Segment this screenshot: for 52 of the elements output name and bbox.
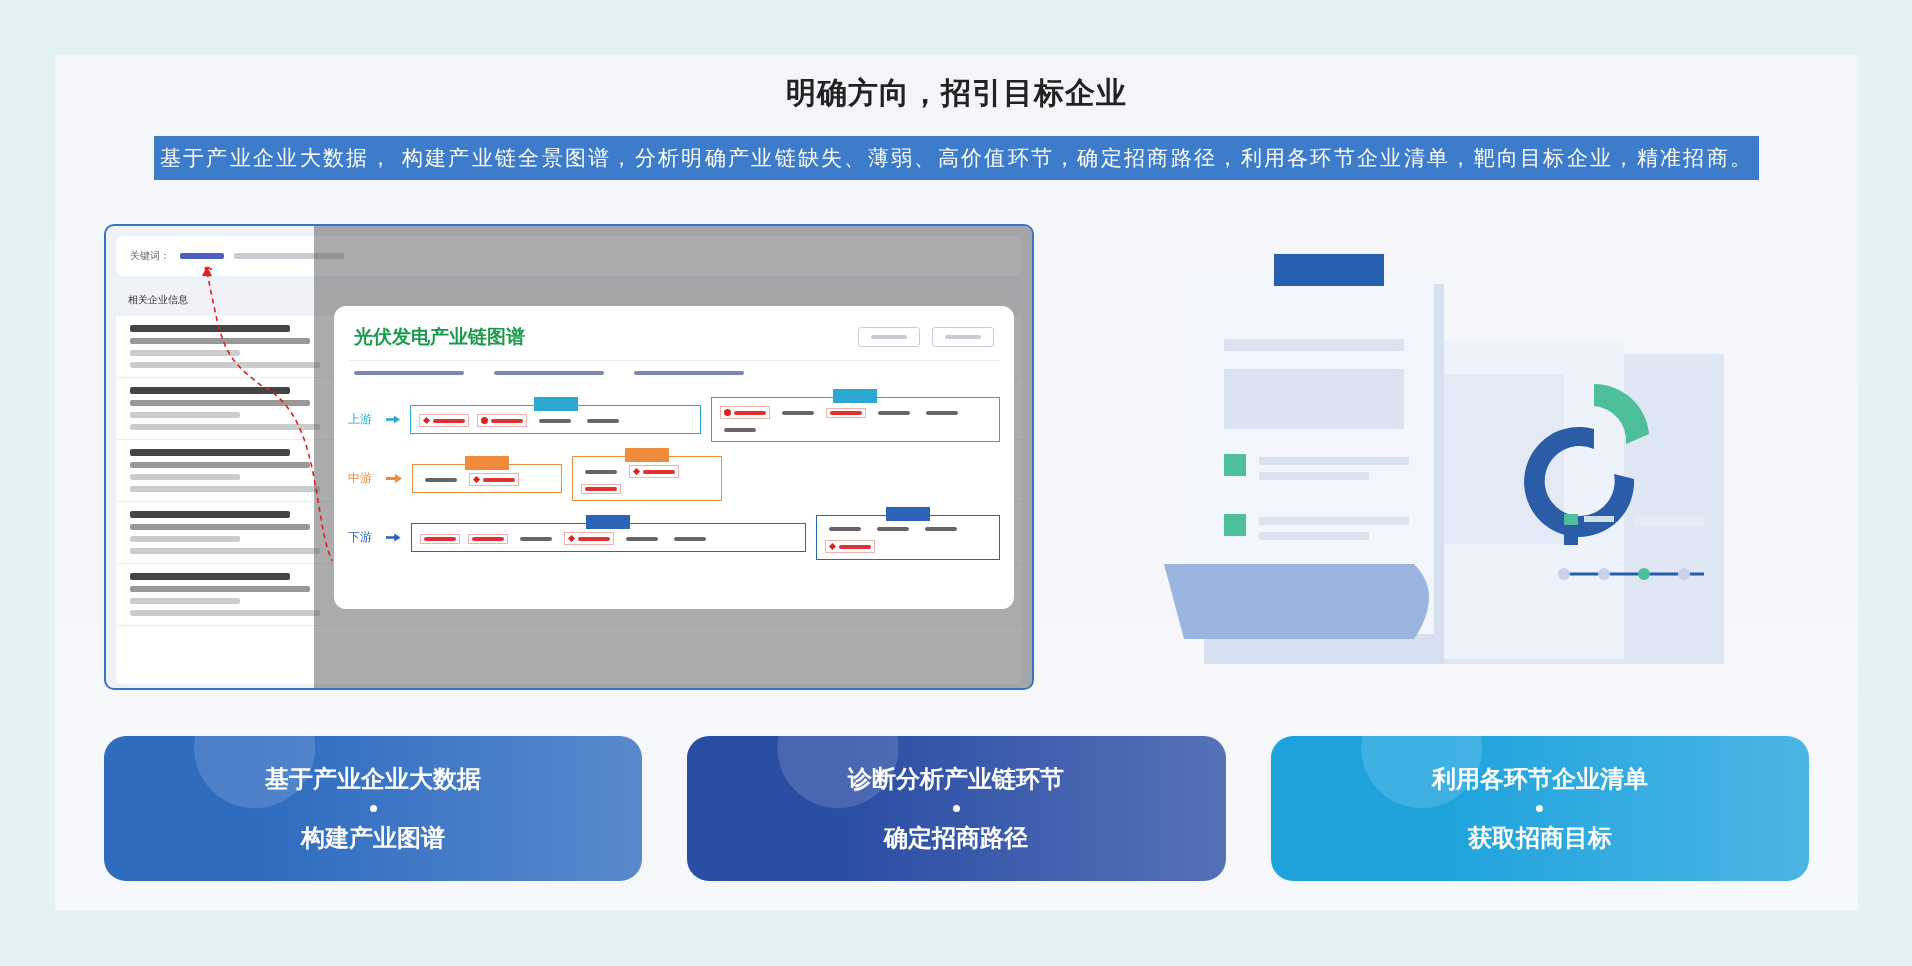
dot-icon: [723, 409, 731, 416]
illegible-text-bar: [539, 418, 572, 423]
separator-dot: [1536, 805, 1544, 812]
separator-dot: [369, 805, 377, 812]
illegible-text-bar: [519, 536, 552, 541]
illegible-text-bar: [925, 410, 958, 415]
diamond-icon: [473, 476, 480, 483]
diamond-icon: [567, 535, 575, 542]
illegible-text-bar: [839, 544, 872, 549]
illegible-text-bar: [625, 536, 658, 541]
illegible-text-bar: [483, 477, 515, 482]
dialog-title: 光伏发电产业链图谱: [354, 324, 525, 349]
illegible-text-bar: [425, 477, 457, 482]
diamond-icon: [423, 417, 431, 424]
tier-label: 中游: [348, 470, 373, 487]
subheading: 基于产业企业大数据， 构建产业链全景图谱，分析明确产业链缺失、薄弱、高价值环节，确定招商路径，利用各环节企业清单，靶向目标企业，精准招商。: [153, 136, 1760, 180]
illegible-text-bar: [723, 428, 756, 432]
tier-label: 上游: [348, 411, 373, 428]
illegible-text-bar: [673, 536, 706, 541]
toolbar-button[interactable]: [932, 327, 994, 347]
card-title: 诊断分析产业链环节: [848, 764, 1065, 795]
card-subtitle: 获取招商目标: [1467, 823, 1612, 854]
illegible-text-bar: [585, 487, 617, 491]
card-subtitle: 构建产业图谱: [301, 823, 446, 854]
page-heading: 明确方向，招引目标企业: [786, 74, 1127, 112]
illegible-text-bar: [925, 527, 958, 531]
diamond-icon: [829, 543, 837, 550]
diamond-icon: [633, 468, 640, 475]
list-title: 相关企业信息: [128, 293, 188, 307]
toolbar-button[interactable]: [858, 327, 920, 347]
card-title: 利用各环节企业清单: [1431, 764, 1648, 795]
separator-dot: [953, 805, 960, 812]
card-title: 基于产业企业大数据: [265, 764, 482, 795]
illegible-text-bar: [433, 418, 466, 423]
illegible-text-bar: [877, 527, 910, 531]
card-subtitle: 确定招商路径: [884, 823, 1029, 854]
illegible-text-bar: [423, 536, 456, 541]
illegible-text-bar: [585, 469, 617, 474]
illegible-text-bar: [829, 527, 862, 531]
illegible-text-bar: [491, 418, 524, 423]
illegible-text-bar: [471, 536, 504, 541]
illegible-text-bar: [180, 253, 224, 259]
keyword-label: 关键词：: [130, 249, 170, 263]
illegible-text-bar: [877, 410, 910, 415]
tier-label: 下游: [348, 529, 373, 546]
illegible-text-bar: [577, 536, 610, 541]
illegible-text-bar: [829, 410, 862, 415]
illegible-text-bar: [733, 410, 766, 415]
illegible-text-bar: [643, 469, 675, 474]
dot-icon: [481, 417, 489, 424]
illegible-text-bar: [587, 418, 620, 423]
illegible-text-bar: [781, 410, 814, 415]
